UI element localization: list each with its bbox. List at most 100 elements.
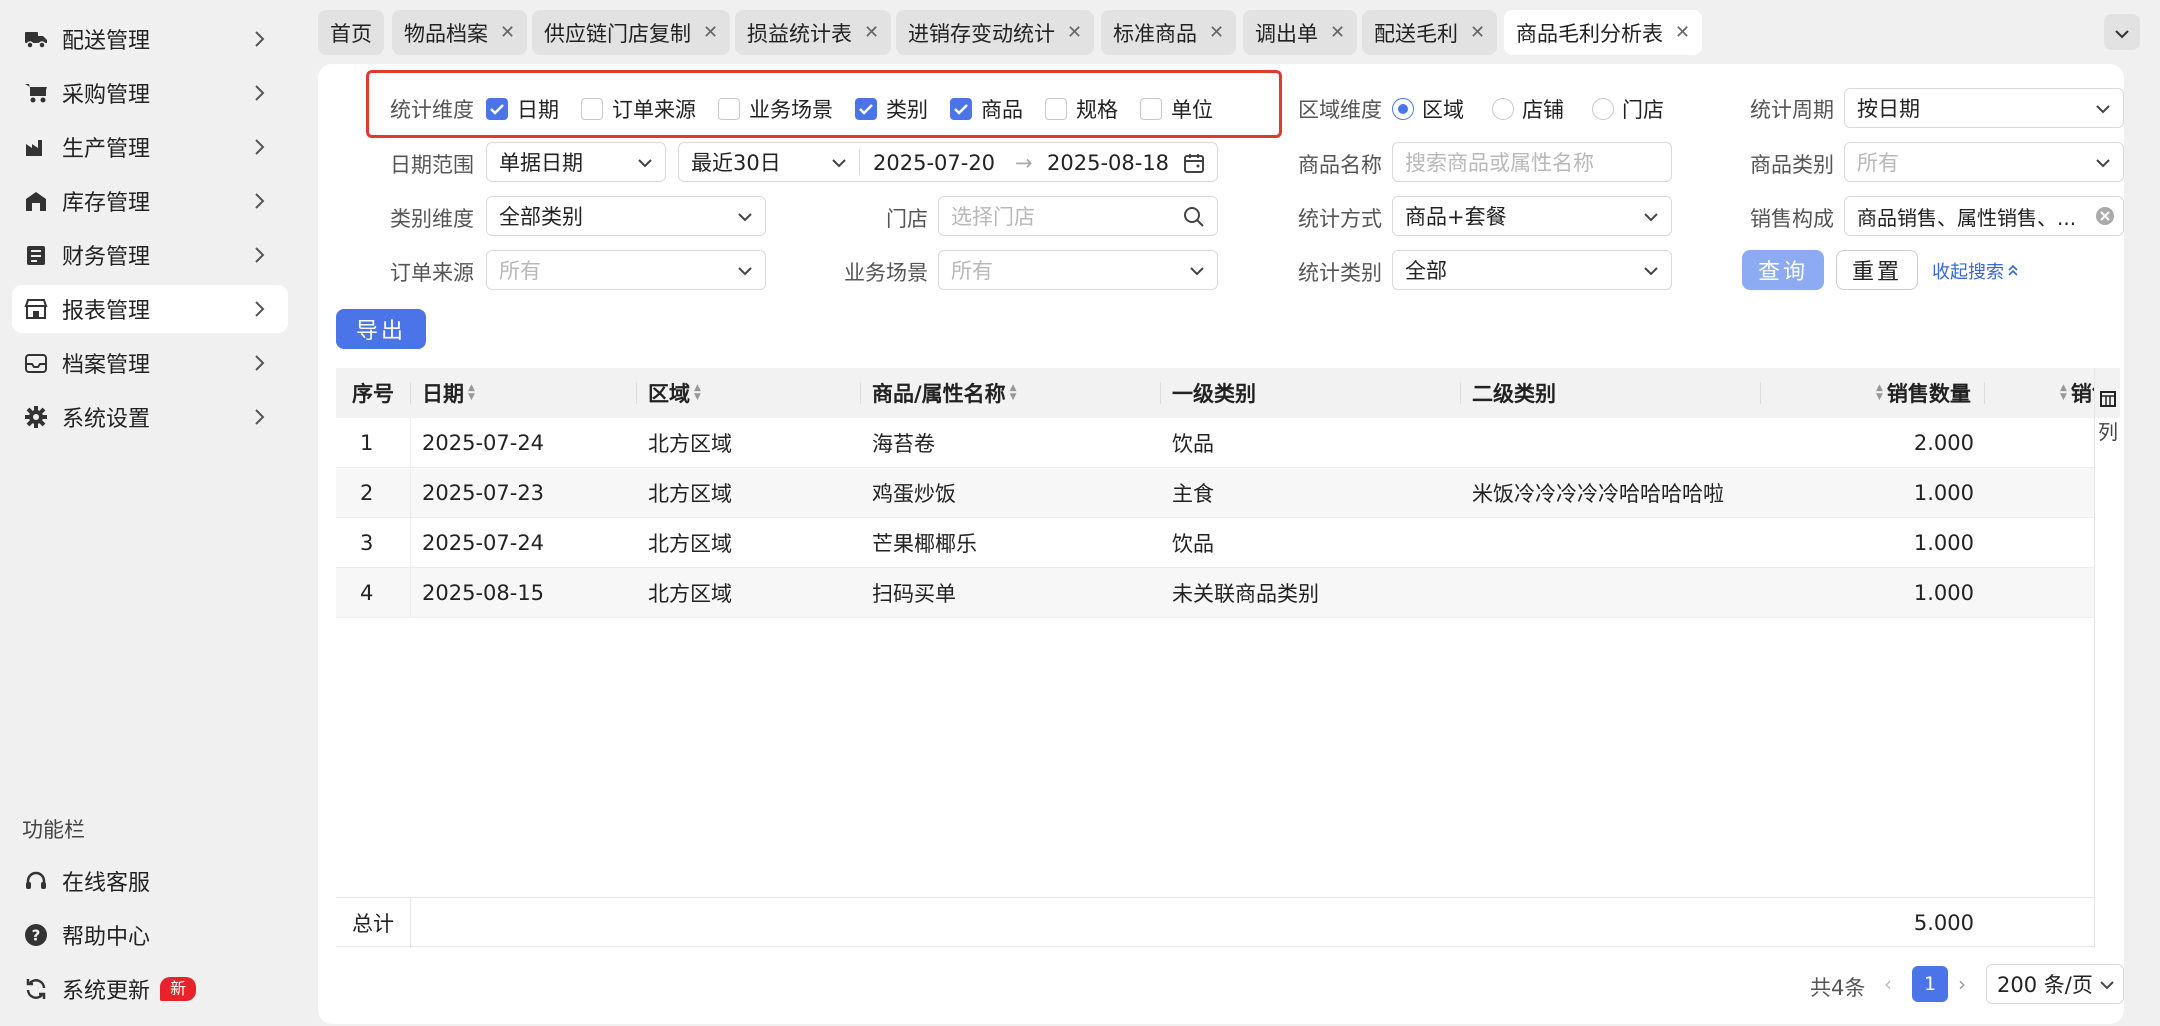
close-icon[interactable]: ✕ xyxy=(864,22,879,43)
chevron-down-icon xyxy=(831,152,847,179)
sidebar-item-label: 库存管理 xyxy=(62,191,151,216)
period-select[interactable]: 按日期 xyxy=(1844,88,2124,128)
radio-shop[interactable]: 店铺 xyxy=(1492,94,1564,124)
stat-dim-label: 统计维度 xyxy=(390,98,474,122)
cell-category-2: 米饭冷冷冷冷冷哈哈哈哈啦 xyxy=(1472,482,1724,506)
online-support-link[interactable]: 在线客服 xyxy=(12,857,288,905)
sidebar-item-finance[interactable]: 财务管理 xyxy=(12,231,288,279)
table-row[interactable]: 4 2025-08-15 北方区域 扫码买单 未关联商品类别 1.000 xyxy=(336,568,2094,618)
col-header-sales-partial[interactable]: ▲▼销售 xyxy=(2056,368,2094,418)
func-item-label: 帮助中心 xyxy=(62,925,151,950)
date-range-picker[interactable]: 最近30日 2025-07-20 → 2025-08-18 xyxy=(678,142,1218,182)
checkbox-spec[interactable]: 规格 xyxy=(1045,94,1118,124)
stat-method-select[interactable]: 商品+套餐 xyxy=(1392,196,1672,236)
chevron-down-icon xyxy=(2095,152,2111,179)
tab-home[interactable]: 首页 xyxy=(318,10,384,55)
tab-standard-goods[interactable]: 标准商品 ✕ xyxy=(1101,10,1237,55)
close-icon[interactable]: ✕ xyxy=(500,22,515,43)
close-icon[interactable]: ✕ xyxy=(1067,22,1082,43)
next-page-icon[interactable]: › xyxy=(1958,972,1966,996)
col-header-sales-qty[interactable]: ▲ ▼ 销售数量 xyxy=(1872,368,1971,418)
input-placeholder: 选择门店 xyxy=(951,205,1035,229)
category-dim-select[interactable]: 全部类别 xyxy=(486,196,766,236)
sort-icon[interactable]: ▲ ▼ xyxy=(1876,384,1883,402)
sidebar-item-production[interactable]: 生产管理 xyxy=(12,123,288,171)
query-button[interactable]: 查询 xyxy=(1742,250,1824,290)
close-icon[interactable]: ✕ xyxy=(1675,22,1690,43)
order-source-select[interactable]: 所有 xyxy=(486,250,766,290)
date-preset[interactable]: 最近30日 xyxy=(691,147,781,177)
cell-region: 北方区域 xyxy=(648,482,732,506)
tabs-dropdown-button[interactable] xyxy=(2104,14,2140,50)
tab-delivery-margin[interactable]: 配送毛利 ✕ xyxy=(1362,10,1498,55)
checkbox-order-source[interactable]: 订单来源 xyxy=(581,94,696,124)
checkbox-unit[interactable]: 单位 xyxy=(1140,94,1213,124)
tab-goods-margin-analysis[interactable]: 商品毛利分析表 ✕ xyxy=(1504,10,1703,55)
help-center-link[interactable]: ? 帮助中心 xyxy=(12,911,288,959)
search-icon[interactable] xyxy=(1183,206,1205,233)
table-row[interactable]: 2 2025-07-23 北方区域 鸡蛋炒饭 主食 米饭冷冷冷冷冷哈哈哈哈啦 1… xyxy=(336,468,2094,518)
sort-icon[interactable]: ▲ ▼ xyxy=(2060,384,2067,402)
checkbox-goods[interactable]: 商品 xyxy=(950,94,1023,124)
sort-icon[interactable]: ▲ ▼ xyxy=(1010,384,1017,402)
select-value: 商品销售、属性销售、... xyxy=(1857,205,2077,230)
sales-comp-select[interactable]: 商品销售、属性销售、... xyxy=(1844,196,2124,236)
page-size-select[interactable]: 200 条/页 xyxy=(1986,964,2124,1004)
close-icon[interactable]: ✕ xyxy=(1330,22,1345,43)
sidebar-item-reports[interactable]: 报表管理 xyxy=(12,285,288,333)
collapse-label: 收起搜索 xyxy=(1932,262,2004,283)
export-button[interactable]: 导出 xyxy=(336,309,426,349)
store-search-input[interactable]: 选择门店 xyxy=(938,196,1218,236)
prev-page-icon[interactable]: ‹ xyxy=(1884,972,1892,996)
tab-inventory-change[interactable]: 进销存变动统计 ✕ xyxy=(896,10,1095,55)
checkbox-label: 类别 xyxy=(886,98,928,122)
sort-icon[interactable]: ▲ ▼ xyxy=(694,384,701,402)
sort-icon[interactable]: ▲ ▼ xyxy=(468,384,475,402)
sidebar-item-label: 配送管理 xyxy=(62,29,151,54)
biz-scene-select[interactable]: 所有 xyxy=(938,250,1218,290)
sidebar-item-settings[interactable]: 系统设置 xyxy=(12,393,288,441)
close-icon[interactable]: ✕ xyxy=(1209,22,1224,43)
help-icon: ? xyxy=(24,923,48,947)
column-settings-button[interactable]: 列 xyxy=(2096,388,2120,445)
table-row[interactable]: 3 2025-07-24 北方区域 芒果椰椰乐 饮品 1.000 xyxy=(336,518,2094,568)
radio-region[interactable]: 区域 xyxy=(1392,94,1464,124)
page-1-button[interactable]: 1 xyxy=(1912,966,1948,1002)
calendar-icon[interactable] xyxy=(1183,152,1205,179)
divider xyxy=(410,898,411,948)
checkbox-date[interactable]: 日期 xyxy=(486,94,559,124)
chevron-down-icon xyxy=(1643,260,1659,287)
tab-label: 配送毛利 xyxy=(1374,21,1458,46)
system-update-link[interactable]: 系统更新 新 xyxy=(12,965,288,1013)
gear-icon xyxy=(24,405,48,429)
reset-button[interactable]: 重置 xyxy=(1836,250,1918,290)
product-name-input[interactable]: 搜索商品或属性名称 xyxy=(1392,142,1672,182)
clear-icon[interactable] xyxy=(2095,206,2115,231)
radio-store[interactable]: 门店 xyxy=(1592,94,1664,124)
date-from[interactable]: 2025-07-20 xyxy=(873,151,995,175)
product-category-select[interactable]: 所有 xyxy=(1844,142,2124,182)
headset-icon xyxy=(24,869,48,893)
tab-transfer-out[interactable]: 调出单 ✕ xyxy=(1243,10,1358,55)
divider xyxy=(859,149,860,175)
col-header-region[interactable]: 区域 ▲ ▼ xyxy=(648,368,701,418)
collapse-search-link[interactable]: 收起搜索 xyxy=(1932,258,2019,284)
col-header-date[interactable]: 日期 ▲ ▼ xyxy=(422,368,475,418)
tab-supply-chain-copy[interactable]: 供应链门店复制 ✕ xyxy=(532,10,731,55)
date-type-select[interactable]: 单据日期 xyxy=(486,142,666,182)
tab-profit-loss-stats[interactable]: 损益统计表 ✕ xyxy=(735,10,892,55)
sidebar-item-purchase[interactable]: 采购管理 xyxy=(12,69,288,117)
checkbox-business-scene[interactable]: 业务场景 xyxy=(718,94,833,124)
sidebar-item-archive[interactable]: 档案管理 xyxy=(12,339,288,387)
col-header-product-name[interactable]: 商品/属性名称 ▲ ▼ xyxy=(872,368,1017,418)
table-row[interactable]: 1 2025-07-24 北方区域 海苔卷 饮品 2.000 xyxy=(336,418,2094,468)
close-icon[interactable]: ✕ xyxy=(1470,22,1485,43)
sidebar-item-inventory[interactable]: 库存管理 xyxy=(12,177,288,225)
checkbox-category[interactable]: 类别 xyxy=(855,94,928,124)
sidebar-item-delivery[interactable]: 配送管理 xyxy=(12,15,288,63)
stat-type-select[interactable]: 全部 xyxy=(1392,250,1672,290)
close-icon[interactable]: ✕ xyxy=(703,22,718,43)
checkbox-label: 规格 xyxy=(1076,98,1118,122)
tab-item-archive[interactable]: 物品档案 ✕ xyxy=(392,10,528,55)
date-to[interactable]: 2025-08-18 xyxy=(1047,151,1169,175)
